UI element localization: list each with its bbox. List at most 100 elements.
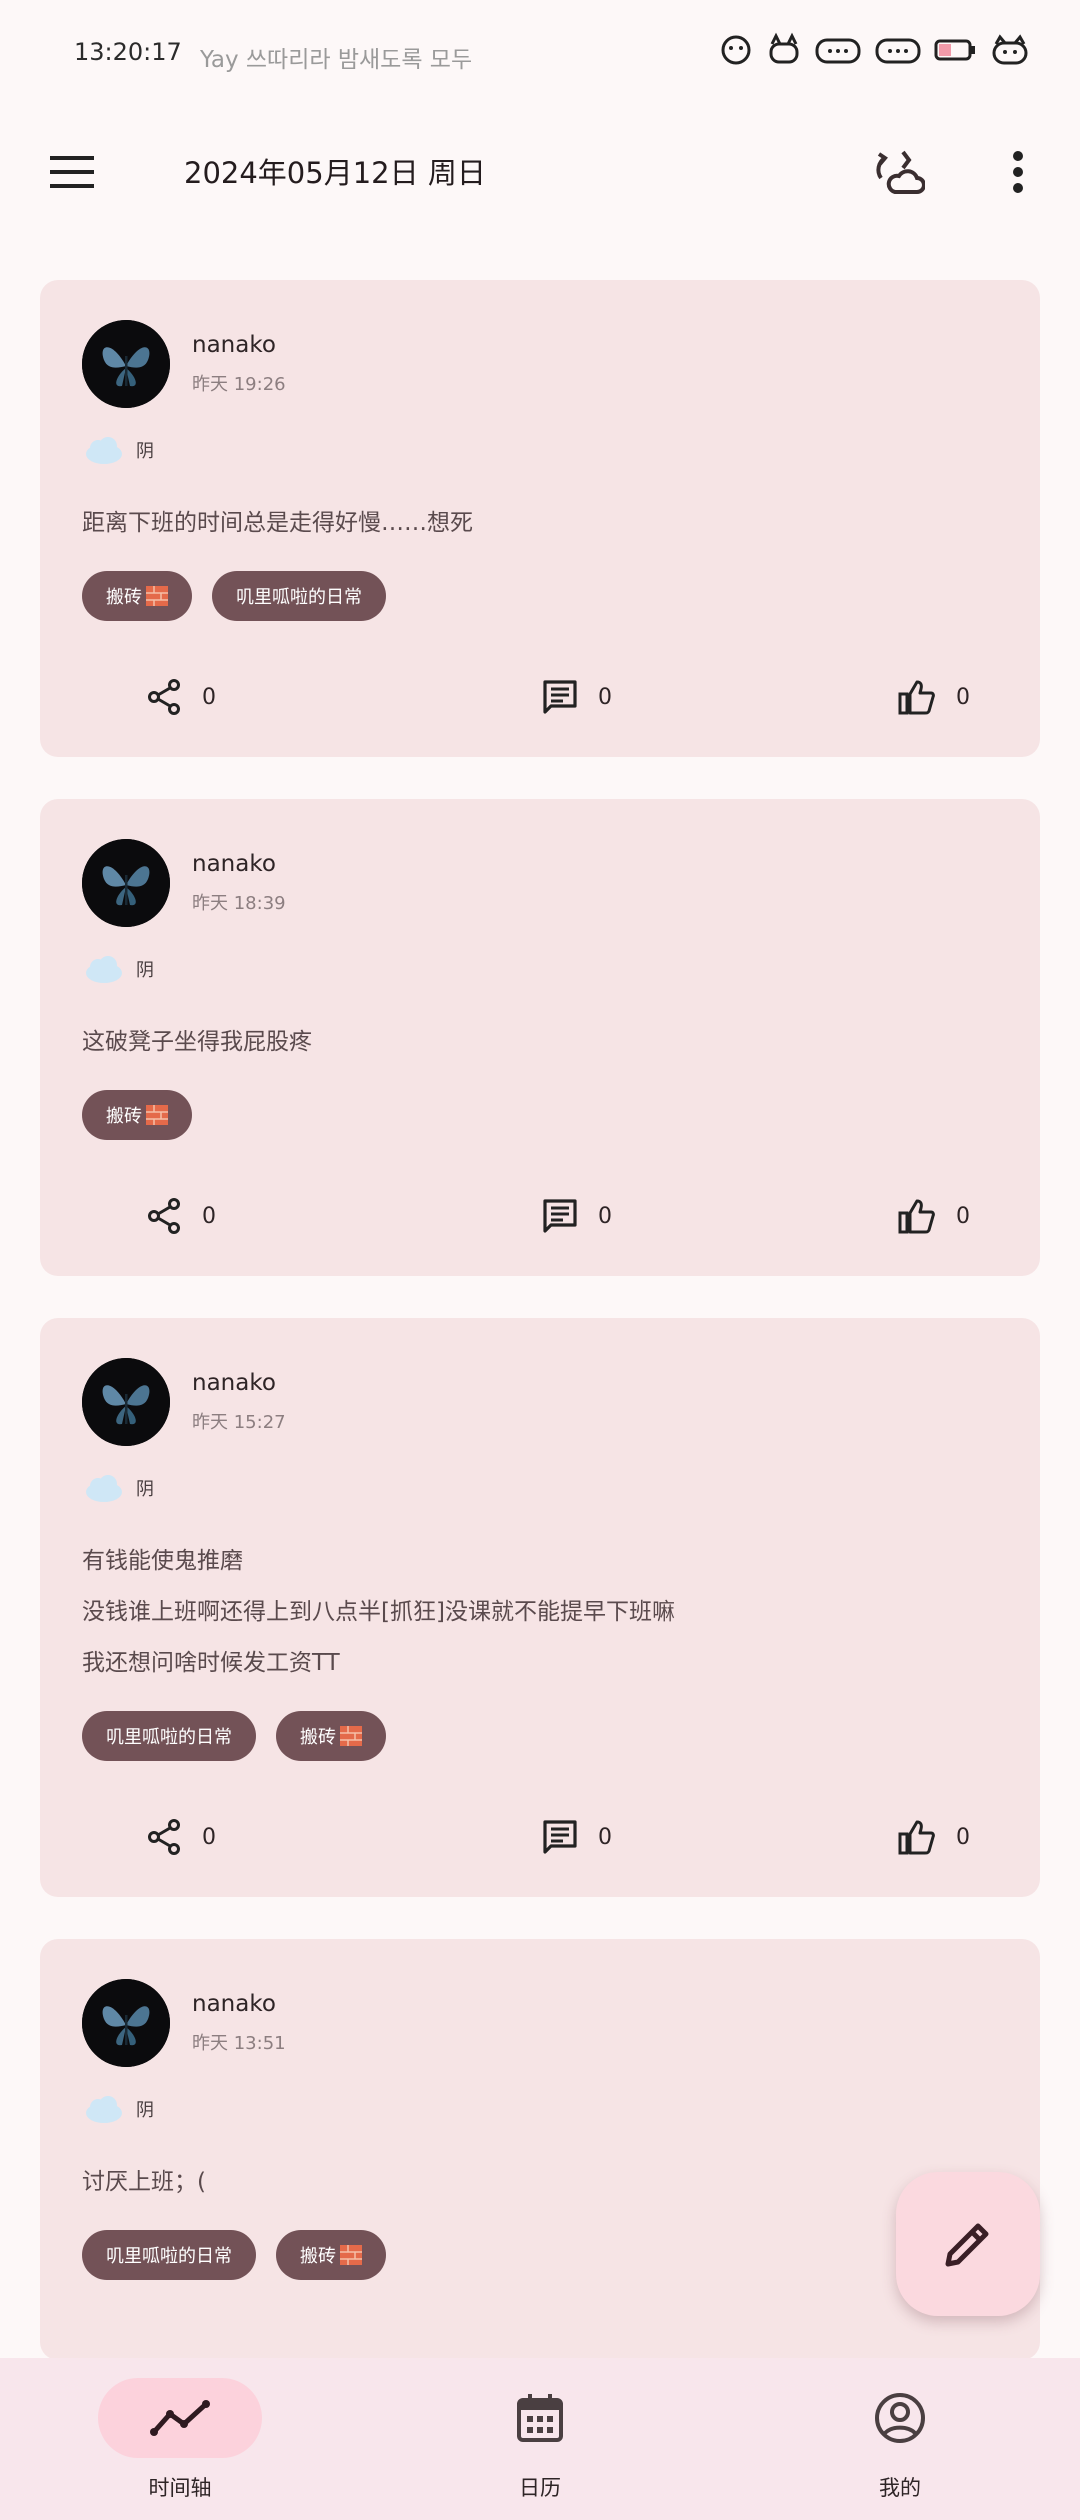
post-meta: nanako 昨天 13:51 [192,1991,286,2055]
post-body[interactable]: 讨厌上班；( [82,2157,998,2208]
status-time: 13:20:17 [74,38,182,66]
timeline-icon [150,2400,210,2436]
nav-label-timeline: 时间轴 [148,2476,212,2500]
menu-button[interactable] [40,140,104,204]
avatar[interactable] [82,839,170,927]
weather-label: 阴 [136,441,154,462]
post-body[interactable]: 这破凳子坐得我屁股疼 [82,1017,998,1068]
post-text-line: 有钱能使鬼推磨 [82,1548,243,1574]
tag-chip[interactable]: 叽里呱啦的日常 [212,571,386,621]
nav-item-mine[interactable]: 我的 [800,2378,1000,2502]
post-card[interactable]: nanako 昨天 19:26 阴距离下班的时间总是走得好慢……想死 搬砖 叽里呱啦的日… [40,280,1040,757]
brick-emoji-icon [340,2245,362,2265]
butterfly-avatar-icon [82,1358,170,1446]
tag-chip[interactable]: 搬砖 [82,1090,192,1140]
nav-item-calendar[interactable]: 日历 [440,2378,640,2502]
calendar-icon [517,2394,563,2442]
post-header: nanako 昨天 18:39 [82,839,998,927]
tag-chip[interactable]: 搬砖 [276,1711,386,1761]
thumbs-up-icon [898,1820,935,1855]
tag-label: 搬砖 [106,1106,142,1127]
post-actions: 0 0 0 [82,1807,998,1867]
app-bar: 2024年05月12日 周日 [0,110,1080,230]
brick-emoji-icon [340,1726,362,1746]
tag-label: 叽里呱啦的日常 [236,587,362,608]
cloud-sync-icon [876,150,925,194]
share-button[interactable]: 0 [146,1186,216,1246]
date-title[interactable]: 2024年05月12日 周日 [184,150,486,192]
author-name[interactable]: nanako [192,851,286,877]
tag-chip[interactable]: 搬砖 [82,571,192,621]
hamburger-menu-icon [50,156,94,188]
post-text-line: 这破凳子坐得我屁股疼 [82,1029,312,1055]
post-meta: nanako 昨天 15:27 [192,1370,286,1434]
share-count: 0 [202,1824,216,1850]
cloud-sync-button[interactable] [866,140,930,204]
share-icon [148,1819,180,1855]
thumbs-up-icon [898,1199,935,1234]
post-body[interactable]: 有钱能使鬼推磨 没钱谁上班啊还得上到八点半[抓狂]没课就不能提早下班嘛 我还想问啥时… [82,1536,998,1689]
brick-emoji-icon [146,1105,168,1125]
comment-button[interactable]: 0 [542,667,612,727]
share-button[interactable]: 0 [146,667,216,727]
cat-notification-icon [769,32,799,64]
nav-label-mine: 我的 [879,2476,921,2500]
like-count: 0 [956,684,970,710]
weather-label: 阴 [136,1479,154,1500]
nav-label-calendar: 日历 [519,2476,561,2500]
tag-chip[interactable]: 搬砖 [276,2230,386,2280]
post-card[interactable]: nanako 昨天 13:51 阴讨厌上班；( 叽里呱啦的日常 搬砖 [40,1939,1040,2360]
comment-icon [543,680,577,714]
post-header: nanako 昨天 15:27 [82,1358,998,1446]
post-text-line: 距离下班的时间总是走得好慢……想死 [82,510,473,536]
tag-label: 搬砖 [106,587,142,608]
post-meta: nanako 昨天 18:39 [192,851,286,915]
edit-pencil-icon [945,2223,989,2267]
like-button[interactable]: 0 [898,1186,970,1246]
cat-face-icon [992,34,1028,65]
comment-count: 0 [598,1203,612,1229]
nav-item-timeline[interactable]: 时间轴 [80,2378,280,2502]
weather-row: 阴 [82,1468,998,1508]
post-card[interactable]: nanako 昨天 15:27 阴有钱能使鬼推磨 没钱谁上班啊还得上到八点半[抓狂]没… [40,1318,1040,1897]
post-card[interactable]: nanako 昨天 18:39 阴这破凳子坐得我屁股疼 搬砖 0 0 0 [40,799,1040,1276]
post-time: 昨天 15:27 [192,1412,286,1433]
like-button[interactable]: 0 [898,667,970,727]
post-time: 昨天 13:51 [192,2033,286,2054]
weather-row: 阴 [82,430,998,470]
author-name[interactable]: nanako [192,1991,286,2017]
status-notification: Yay 쓰따리라 밤새도록 모두 [200,47,473,73]
cloud-weather-icon [86,1475,122,1502]
battery-icon [934,39,975,61]
post-header: nanako 昨天 13:51 [82,1979,998,2067]
butterfly-avatar-icon [82,839,170,927]
tag-list: 搬砖 叽里呱啦的日常 [82,571,998,621]
emoji-face-icon [721,35,751,65]
share-count: 0 [202,684,216,710]
share-button[interactable]: 0 [146,1807,216,1867]
write-post-button[interactable] [896,2172,1040,2316]
comment-button[interactable]: 0 [542,1186,612,1246]
tag-chip[interactable]: 叽里呱啦的日常 [82,1711,256,1761]
author-name[interactable]: nanako [192,1370,286,1396]
weather-row: 阴 [82,2089,998,2129]
profile-icon [875,2393,925,2443]
post-body[interactable]: 距离下班的时间总是走得好慢……想死 [82,498,998,549]
more-vert-icon [1013,151,1023,193]
tag-chip[interactable]: 叽里呱啦的日常 [82,2230,256,2280]
post-time: 昨天 18:39 [192,893,286,914]
brick-emoji-icon [146,586,168,606]
thumbs-up-icon [898,680,935,715]
cloud-weather-icon [86,2096,122,2123]
status-bar: 13:20:17 Yay 쓰따리라 밤새도록 모두 [0,0,1080,110]
share-count: 0 [202,1203,216,1229]
avatar[interactable] [82,320,170,408]
author-name[interactable]: nanako [192,332,286,358]
like-button[interactable]: 0 [898,1807,970,1867]
weather-label: 阴 [136,2100,154,2121]
comment-button[interactable]: 0 [542,1807,612,1867]
post-feed: nanako 昨天 19:26 阴距离下班的时间总是走得好慢……想死 搬砖 叽里呱啦的日… [40,280,1040,2402]
avatar[interactable] [82,1358,170,1446]
avatar[interactable] [82,1979,170,2067]
more-button[interactable] [986,140,1050,204]
